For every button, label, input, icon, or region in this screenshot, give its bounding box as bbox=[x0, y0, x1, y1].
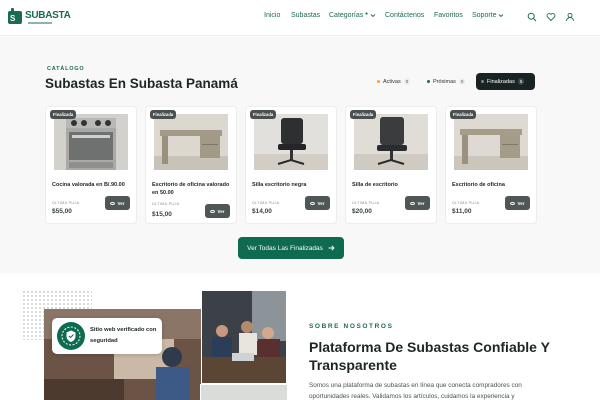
view-button[interactable]: Ver bbox=[105, 196, 130, 210]
product-image bbox=[54, 114, 128, 170]
about-section: Sitio web verificado con seguridad SOBRE… bbox=[0, 276, 600, 400]
nav-subastas[interactable]: Subastas bbox=[291, 12, 320, 19]
status-dot-icon bbox=[377, 80, 380, 83]
status-filters: Activas 0 Próximas 0 Finalizadas 5 bbox=[369, 73, 535, 90]
last-bid-label: ÚLTIMA PUJA bbox=[152, 202, 180, 206]
eye-icon bbox=[110, 201, 116, 205]
eye-icon bbox=[510, 201, 516, 205]
about-description: Somos una plataforma de subastas en líne… bbox=[309, 382, 522, 400]
catalog-title: Subastas En Subasta Panamá bbox=[45, 76, 238, 91]
eye-icon bbox=[410, 201, 416, 205]
filter-label: Próximas bbox=[433, 78, 456, 85]
view-button-label: Ver bbox=[317, 200, 325, 206]
product-price: $20,00 bbox=[352, 208, 372, 215]
filter-finalizadas[interactable]: Finalizadas 5 bbox=[476, 73, 535, 90]
auction-card[interactable]: Finalizada Cocina valorada en B/.90.00 Ú… bbox=[45, 106, 137, 224]
status-dot-icon bbox=[427, 80, 430, 83]
nav-soporte[interactable]: Soporte bbox=[472, 12, 504, 19]
status-badge: Finalizada bbox=[350, 110, 377, 119]
verified-badge: Sitio web verificado con seguridad bbox=[52, 318, 162, 354]
search-icon[interactable] bbox=[527, 12, 537, 22]
chevron-down-icon bbox=[498, 14, 504, 18]
product-image bbox=[354, 114, 428, 170]
product-name[interactable]: Silla escritorio negra bbox=[252, 181, 334, 189]
last-bid-label: ÚLTIMA PUJA bbox=[452, 201, 480, 205]
user-icon[interactable] bbox=[565, 12, 575, 22]
security-shield-icon bbox=[57, 322, 85, 350]
product-name[interactable]: Escritorio de oficina valorado en 50.00 bbox=[152, 181, 234, 197]
filter-label: Finalizadas bbox=[487, 78, 515, 85]
site-logo[interactable]: S SUBASTA bbox=[6, 7, 71, 29]
product-price: $55,00 bbox=[52, 208, 72, 215]
product-name[interactable]: Cocina valorada en B/.90.00 bbox=[52, 181, 134, 189]
view-button-label: Ver bbox=[517, 200, 525, 206]
logo-underline bbox=[28, 22, 52, 24]
team-photo-bottom bbox=[200, 384, 288, 400]
view-button[interactable]: Ver bbox=[505, 196, 530, 210]
site-header: S SUBASTA Inicio Subastas Categorías ● C… bbox=[0, 0, 600, 36]
auction-card[interactable]: Finalizada Silla escritorio negra ÚLTIMA… bbox=[245, 106, 337, 224]
filter-proximas[interactable]: Próximas 0 bbox=[422, 73, 470, 90]
status-dot-icon bbox=[481, 80, 484, 83]
logo-text: SUBASTA bbox=[25, 10, 71, 21]
catalog-eyebrow: CATÁLOGO bbox=[47, 66, 85, 72]
product-name[interactable]: Escritorio de oficina bbox=[452, 181, 534, 189]
last-bid-label: ÚLTIMA PUJA bbox=[252, 201, 280, 205]
product-price: $11,00 bbox=[452, 208, 472, 215]
svg-text:S: S bbox=[10, 14, 16, 23]
view-button[interactable]: Ver bbox=[405, 196, 430, 210]
status-badge: Finalizada bbox=[250, 110, 277, 119]
product-image bbox=[154, 114, 228, 170]
catalog-section: CATÁLOGO Subastas En Subasta Panamá Acti… bbox=[0, 37, 600, 273]
nav-categorias-label: Categorías bbox=[329, 12, 364, 19]
logo-icon: S bbox=[8, 8, 22, 24]
about-eyebrow: SOBRE NOSOTROS bbox=[309, 323, 394, 330]
status-badge: Finalizada bbox=[150, 110, 177, 119]
auction-card[interactable]: Finalizada Silla de escritorio ÚLTIMA PU… bbox=[345, 106, 437, 224]
view-all-finalized-button[interactable]: Ver Todas Las Finalizadas bbox=[238, 237, 344, 259]
heart-icon[interactable] bbox=[546, 12, 556, 22]
nav-categorias[interactable]: Categorías ● bbox=[329, 11, 376, 19]
filter-count: 0 bbox=[458, 78, 466, 85]
nav-soporte-label: Soporte bbox=[472, 12, 497, 19]
chevron-down-icon bbox=[370, 14, 376, 18]
team-photo-top bbox=[201, 290, 287, 384]
view-button-label: Ver bbox=[117, 200, 125, 206]
product-name[interactable]: Silla de escritorio bbox=[352, 181, 434, 189]
status-badge: Finalizada bbox=[50, 110, 77, 119]
nav-categorias-dot-icon: ● bbox=[365, 11, 369, 17]
filter-activas[interactable]: Activas 0 bbox=[372, 73, 415, 90]
last-bid-label: ÚLTIMA PUJA bbox=[52, 201, 80, 205]
view-button[interactable]: Ver bbox=[205, 204, 230, 218]
eye-icon bbox=[310, 201, 316, 205]
eye-icon bbox=[210, 209, 216, 213]
product-price: $14,00 bbox=[252, 208, 272, 215]
product-image bbox=[254, 114, 328, 170]
nav-favoritos[interactable]: Favoritos bbox=[434, 12, 463, 19]
cta-label: Ver Todas Las Finalizadas bbox=[247, 244, 323, 252]
last-bid-label: ÚLTIMA PUJA bbox=[352, 201, 380, 205]
status-badge: Finalizada bbox=[450, 110, 477, 119]
verified-text: Sitio web verificado con seguridad bbox=[90, 327, 157, 344]
about-title: Plataforma De Subastas Confiable Y Trans… bbox=[309, 339, 550, 373]
view-button-label: Ver bbox=[217, 208, 225, 214]
arrow-right-icon bbox=[328, 245, 335, 251]
view-button[interactable]: Ver bbox=[305, 196, 330, 210]
filter-count: 0 bbox=[403, 78, 411, 85]
view-button-label: Ver bbox=[417, 200, 425, 206]
nav-inicio[interactable]: Inicio bbox=[264, 12, 280, 19]
auction-card[interactable]: Finalizada Escritorio de oficina ÚLTIMA … bbox=[445, 106, 537, 224]
nav-contactenos[interactable]: Contáctenos bbox=[385, 12, 424, 19]
product-image bbox=[454, 114, 528, 170]
product-price: $15,00 bbox=[152, 211, 172, 218]
filter-label: Activas bbox=[383, 78, 401, 85]
auction-card[interactable]: Finalizada Escritorio de oficina valorad… bbox=[145, 106, 237, 224]
filter-count: 5 bbox=[517, 78, 525, 85]
